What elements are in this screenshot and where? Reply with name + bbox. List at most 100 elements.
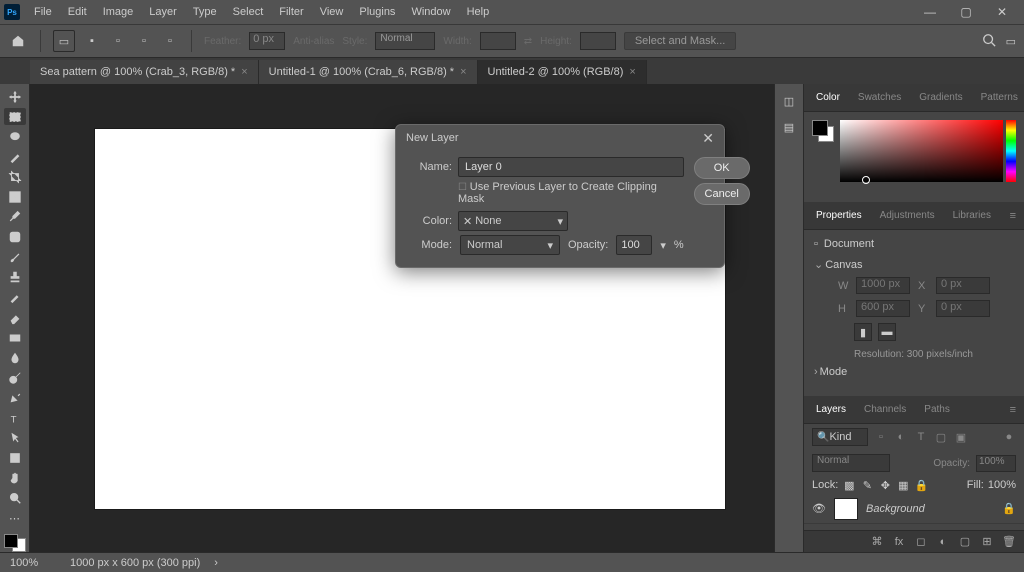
zoom-tool[interactable]: [4, 490, 26, 507]
tab-close-icon[interactable]: ×: [241, 66, 247, 78]
adjustment-icon[interactable]: ◐: [936, 535, 950, 549]
channels-tab[interactable]: Channels: [860, 400, 910, 419]
layer-name-input[interactable]: [458, 157, 684, 177]
window-minimize[interactable]: —: [912, 0, 948, 24]
gradient-tool[interactable]: [4, 329, 26, 346]
shape-tool[interactable]: [4, 450, 26, 467]
lock-all-icon[interactable]: 🔒: [914, 478, 928, 492]
patterns-tab[interactable]: Patterns: [977, 88, 1022, 107]
pen-tool[interactable]: [4, 389, 26, 406]
stamp-tool[interactable]: [4, 269, 26, 286]
opacity-input[interactable]: 100%: [976, 455, 1016, 472]
path-select-tool[interactable]: [4, 430, 26, 447]
tab-close-icon[interactable]: ×: [629, 66, 635, 78]
twirl-icon[interactable]: ›: [814, 366, 818, 378]
lock-pos-icon[interactable]: ✥: [878, 478, 892, 492]
add-selection-icon[interactable]: ▫: [109, 32, 127, 50]
lock-artboard-icon[interactable]: ▦: [896, 478, 910, 492]
type-tool[interactable]: T: [4, 410, 26, 427]
color-swatch[interactable]: [4, 534, 26, 552]
eraser-tool[interactable]: [4, 309, 26, 326]
window-close[interactable]: ✕: [984, 0, 1020, 24]
layer-color-select[interactable]: ✕None▾: [458, 211, 568, 231]
hand-tool[interactable]: [4, 470, 26, 487]
portrait-icon[interactable]: ▮: [854, 323, 872, 341]
document-info[interactable]: 1000 px x 600 px (300 ppi): [70, 557, 200, 569]
chevron-right-icon[interactable]: ›: [214, 557, 218, 569]
subtract-selection-icon[interactable]: ▫: [135, 32, 153, 50]
document-tab[interactable]: Untitled-2 @ 100% (RGB/8)×: [478, 60, 647, 84]
heal-tool[interactable]: [4, 229, 26, 246]
intersect-selection-icon[interactable]: ▫: [161, 32, 179, 50]
lock-trans-icon[interactable]: ▩: [842, 478, 856, 492]
select-and-mask-button[interactable]: Select and Mask...: [624, 32, 737, 50]
gradients-tab[interactable]: Gradients: [915, 88, 966, 107]
libraries-tab[interactable]: Libraries: [949, 206, 995, 225]
hue-slider[interactable]: [1006, 120, 1016, 182]
properties-tab[interactable]: Properties: [812, 206, 866, 225]
menu-image[interactable]: Image: [95, 0, 142, 24]
x-field[interactable]: 0 px: [936, 277, 990, 294]
window-maximize[interactable]: ▢: [948, 0, 984, 24]
dialog-title-bar[interactable]: New Layer ✕: [396, 125, 724, 151]
dodge-tool[interactable]: [4, 369, 26, 386]
mask-icon[interactable]: ◻: [914, 535, 928, 549]
history-brush-tool[interactable]: [4, 289, 26, 306]
antialias-checkbox[interactable]: Anti-alias: [293, 36, 334, 47]
brush-tool[interactable]: [4, 249, 26, 266]
height-field[interactable]: 600 px: [856, 300, 910, 317]
panel-menu-icon[interactable]: ≡: [1010, 404, 1016, 416]
layer-name[interactable]: Background: [866, 503, 925, 515]
menu-file[interactable]: File: [26, 0, 60, 24]
twirl-icon[interactable]: ⌄: [814, 259, 823, 271]
zoom-level[interactable]: 100%: [10, 557, 56, 569]
new-layer-icon[interactable]: ⊞: [980, 535, 994, 549]
feather-input[interactable]: 0 px: [249, 32, 285, 50]
document-tab[interactable]: Sea pattern @ 100% (Crab_3, RGB/8) *×: [30, 60, 259, 84]
lock-paint-icon[interactable]: ✎: [860, 478, 874, 492]
menu-layer[interactable]: Layer: [141, 0, 185, 24]
fill-input[interactable]: 100%: [988, 479, 1016, 491]
layer-row[interactable]: 👁 Background 🔒: [804, 494, 1024, 524]
menu-type[interactable]: Type: [185, 0, 225, 24]
workspace-icon[interactable]: ▭: [1006, 35, 1016, 48]
crop-tool[interactable]: [4, 168, 26, 185]
filter-type-icon[interactable]: T: [914, 430, 928, 444]
style-select[interactable]: Normal: [375, 32, 435, 50]
visibility-icon[interactable]: 👁: [812, 502, 826, 515]
tab-close-icon[interactable]: ×: [460, 66, 466, 78]
marquee-tool[interactable]: [4, 108, 26, 125]
search-icon[interactable]: [982, 33, 996, 50]
frame-tool[interactable]: [4, 188, 26, 205]
color-spectrum[interactable]: [840, 120, 1003, 182]
panel-menu-icon[interactable]: ≡: [1010, 210, 1016, 222]
wand-tool[interactable]: [4, 148, 26, 165]
cancel-button[interactable]: Cancel: [694, 183, 750, 205]
filter-shape-icon[interactable]: ▢: [934, 430, 948, 444]
new-selection-icon[interactable]: ▪: [83, 32, 101, 50]
menu-help[interactable]: Help: [459, 0, 498, 24]
opacity-input[interactable]: [616, 235, 652, 255]
history-panel-icon[interactable]: ◫: [780, 92, 798, 110]
opacity-stepper-icon[interactable]: ▾: [660, 239, 666, 252]
comments-panel-icon[interactable]: ▤: [780, 118, 798, 136]
menu-filter[interactable]: Filter: [271, 0, 311, 24]
ok-button[interactable]: OK: [694, 157, 750, 179]
lasso-tool[interactable]: [4, 128, 26, 145]
menu-plugins[interactable]: Plugins: [351, 0, 403, 24]
foreground-background-swatch[interactable]: [812, 120, 834, 142]
filter-smart-icon[interactable]: ▣: [954, 430, 968, 444]
color-tab[interactable]: Color: [812, 88, 844, 107]
menu-view[interactable]: View: [312, 0, 352, 24]
layer-thumbnail[interactable]: [834, 498, 858, 520]
paths-tab[interactable]: Paths: [920, 400, 954, 419]
blend-mode-select[interactable]: Normal: [812, 454, 890, 472]
link-layers-icon[interactable]: ⌘: [870, 535, 884, 549]
marquee-tool-icon[interactable]: ▭: [53, 30, 75, 52]
document-tab[interactable]: Untitled-1 @ 100% (Crab_6, RGB/8) *×: [259, 60, 478, 84]
swatches-tab[interactable]: Swatches: [854, 88, 905, 107]
blur-tool[interactable]: [4, 349, 26, 366]
fx-icon[interactable]: fx: [892, 535, 906, 549]
kind-filter-select[interactable]: 🔍 Kind: [812, 428, 868, 446]
toolbar-more-icon[interactable]: ⋯: [4, 510, 26, 527]
